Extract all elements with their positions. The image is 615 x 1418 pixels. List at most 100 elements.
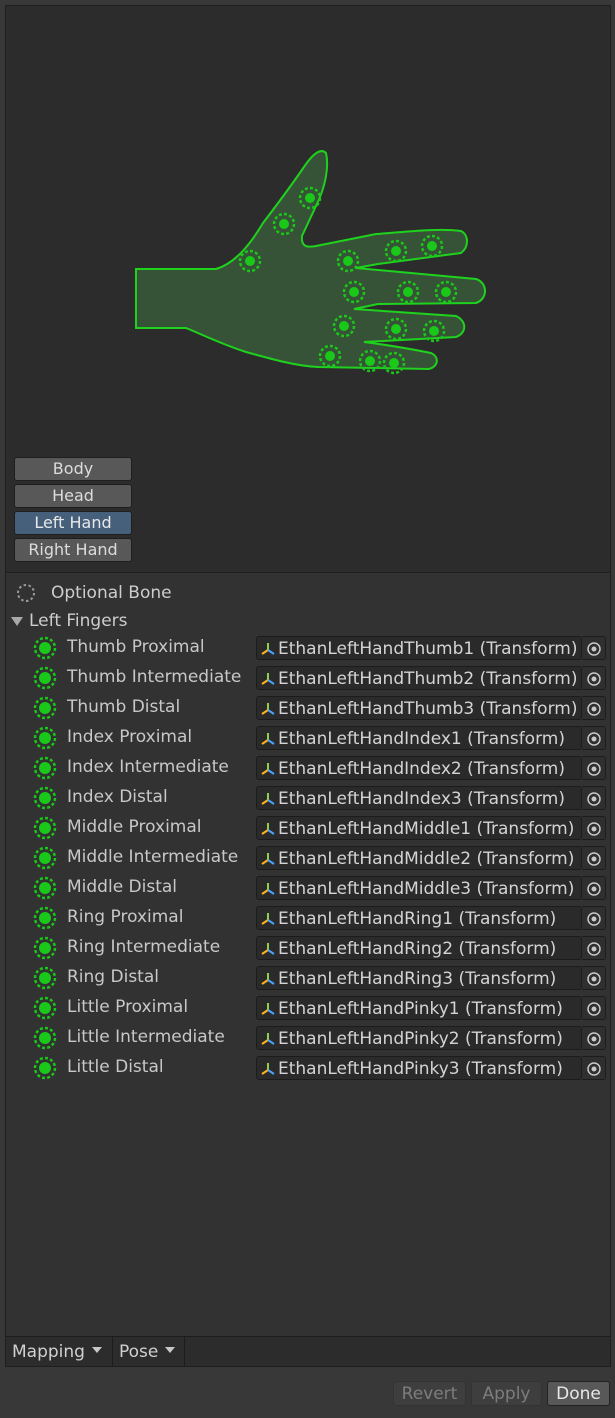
transform-field[interactable]: EthanLeftHandMiddle3 (Transform) (256, 876, 582, 900)
apply-button[interactable]: Apply (471, 1381, 542, 1406)
object-picker-button[interactable] (582, 1056, 606, 1080)
bone-mapped-icon[interactable] (33, 756, 57, 780)
transform-field[interactable]: EthanLeftHandRing2 (Transform) (256, 936, 582, 960)
revert-button[interactable]: Revert (393, 1381, 466, 1406)
object-picker-button[interactable] (582, 696, 606, 720)
bone-marker[interactable] (441, 287, 451, 297)
left-hand-button[interactable]: Left Hand (14, 511, 132, 535)
transform-icon (261, 733, 275, 745)
bone-mapped-icon[interactable] (33, 1056, 57, 1080)
bone-mapped-icon[interactable] (33, 786, 57, 810)
done-button[interactable]: Done (547, 1381, 610, 1406)
bone-marker[interactable] (389, 358, 399, 368)
bone-mapped-icon[interactable] (33, 726, 57, 750)
object-picker-button[interactable] (582, 816, 606, 840)
object-picker-button[interactable] (582, 666, 606, 690)
transform-field[interactable]: EthanLeftHandThumb2 (Transform) (256, 666, 582, 690)
bone-name: Little Proximal (67, 997, 189, 1017)
object-picker-button[interactable] (582, 636, 606, 660)
bone-marker[interactable] (403, 287, 413, 297)
transform-field[interactable]: EthanLeftHandThumb1 (Transform) (256, 636, 582, 660)
transform-field[interactable]: EthanLeftHandMiddle2 (Transform) (256, 846, 582, 870)
body-button[interactable]: Body (14, 457, 132, 481)
transform-icon (261, 913, 275, 925)
object-picker-button[interactable] (582, 756, 606, 780)
transform-icon (261, 673, 275, 685)
bone-mapped-icon[interactable] (33, 966, 57, 990)
bone-mapped-icon[interactable] (33, 996, 57, 1020)
bone-name: Thumb Intermediate (67, 667, 242, 687)
bone-mapped-icon[interactable] (33, 906, 57, 930)
object-picker-button[interactable] (582, 936, 606, 960)
hand-silhouette (135, 150, 486, 371)
bone-mapped-icon[interactable] (33, 636, 57, 660)
transform-icon (261, 703, 275, 715)
bone-row: Thumb Distal EthanLeftHandThumb3 (Transfo… (6, 693, 610, 723)
bone-marker[interactable] (305, 193, 315, 203)
bone-mapped-icon[interactable] (33, 876, 57, 900)
transform-field[interactable]: EthanLeftHandRing3 (Transform) (256, 966, 582, 990)
bone-marker[interactable] (349, 287, 359, 297)
object-picker-button[interactable] (582, 966, 606, 990)
bone-mapped-icon[interactable] (33, 816, 57, 840)
bone-marker[interactable] (429, 326, 439, 336)
bone-name: Middle Proximal (67, 817, 202, 837)
object-picker-icon (587, 672, 601, 686)
transform-field[interactable]: EthanLeftHandIndex1 (Transform) (256, 726, 582, 750)
bone-name: Little Intermediate (67, 1027, 225, 1047)
transform-field[interactable]: EthanLeftHandPinky1 (Transform) (256, 996, 582, 1020)
bone-marker[interactable] (365, 356, 375, 366)
bone-marker[interactable] (325, 351, 335, 361)
object-picker-icon (587, 792, 601, 806)
object-picker-icon (587, 822, 601, 836)
object-picker-icon (587, 942, 601, 956)
transform-field[interactable]: EthanLeftHandMiddle1 (Transform) (256, 816, 582, 840)
transform-field[interactable]: EthanLeftHandRing1 (Transform) (256, 906, 582, 930)
transform-field[interactable]: EthanLeftHandPinky3 (Transform) (256, 1056, 582, 1080)
object-picker-button[interactable] (582, 726, 606, 750)
bone-mapped-icon[interactable] (33, 1026, 57, 1050)
head-button[interactable]: Head (14, 484, 132, 508)
transform-value: EthanLeftHandMiddle3 (Transform) (278, 879, 575, 899)
bone-marker[interactable] (343, 256, 353, 266)
transform-value: EthanLeftHandThumb2 (Transform) (278, 669, 578, 689)
transform-icon (261, 1003, 275, 1015)
bone-marker[interactable] (391, 324, 401, 334)
transform-field[interactable]: EthanLeftHandIndex3 (Transform) (256, 786, 582, 810)
bone-name: Thumb Distal (67, 697, 181, 717)
transform-value: EthanLeftHandRing3 (Transform) (278, 969, 557, 989)
transform-field[interactable]: EthanLeftHandThumb3 (Transform) (256, 696, 582, 720)
object-picker-button[interactable] (582, 876, 606, 900)
bone-mapping-list: Optional Bone Left Fingers Thumb Proxima… (6, 572, 610, 1336)
bone-row: Middle Proximal EthanLeftHandMiddle1 (Tra… (6, 813, 610, 843)
transform-field[interactable]: EthanLeftHandPinky2 (Transform) (256, 1026, 582, 1050)
transform-value: EthanLeftHandIndex1 (Transform) (278, 729, 565, 749)
bone-mapped-icon[interactable] (33, 696, 57, 720)
right-hand-button[interactable]: Right Hand (14, 538, 132, 562)
bone-marker[interactable] (279, 219, 289, 229)
bone-mapped-icon[interactable] (33, 936, 57, 960)
bone-mapped-icon[interactable] (33, 666, 57, 690)
foldout-arrow-icon[interactable] (11, 616, 23, 626)
bone-marker[interactable] (391, 246, 401, 256)
bone-row: Little Distal EthanLeftHandPinky3 (Transf… (6, 1053, 610, 1083)
pose-dropdown[interactable]: Pose (113, 1337, 185, 1367)
object-picker-button[interactable] (582, 906, 606, 930)
transform-icon (261, 763, 275, 775)
object-picker-button[interactable] (582, 1026, 606, 1050)
transform-icon (261, 943, 275, 955)
avatar-configuration-panel: Body Head Left Hand Right Hand Optional … (5, 5, 611, 1367)
bone-name: Ring Intermediate (67, 937, 221, 957)
bone-marker[interactable] (245, 256, 255, 266)
mapping-dropdown[interactable]: Mapping (6, 1337, 113, 1367)
left-fingers-foldout[interactable]: Left Fingers (10, 610, 128, 632)
object-picker-icon (587, 702, 601, 716)
bone-mapped-icon[interactable] (33, 846, 57, 870)
transform-field[interactable]: EthanLeftHandIndex2 (Transform) (256, 756, 582, 780)
object-picker-button[interactable] (582, 996, 606, 1020)
object-picker-button[interactable] (582, 846, 606, 870)
transform-value: EthanLeftHandPinky1 (Transform) (278, 999, 563, 1019)
bone-marker[interactable] (339, 321, 349, 331)
bone-marker[interactable] (427, 241, 437, 251)
object-picker-button[interactable] (582, 786, 606, 810)
